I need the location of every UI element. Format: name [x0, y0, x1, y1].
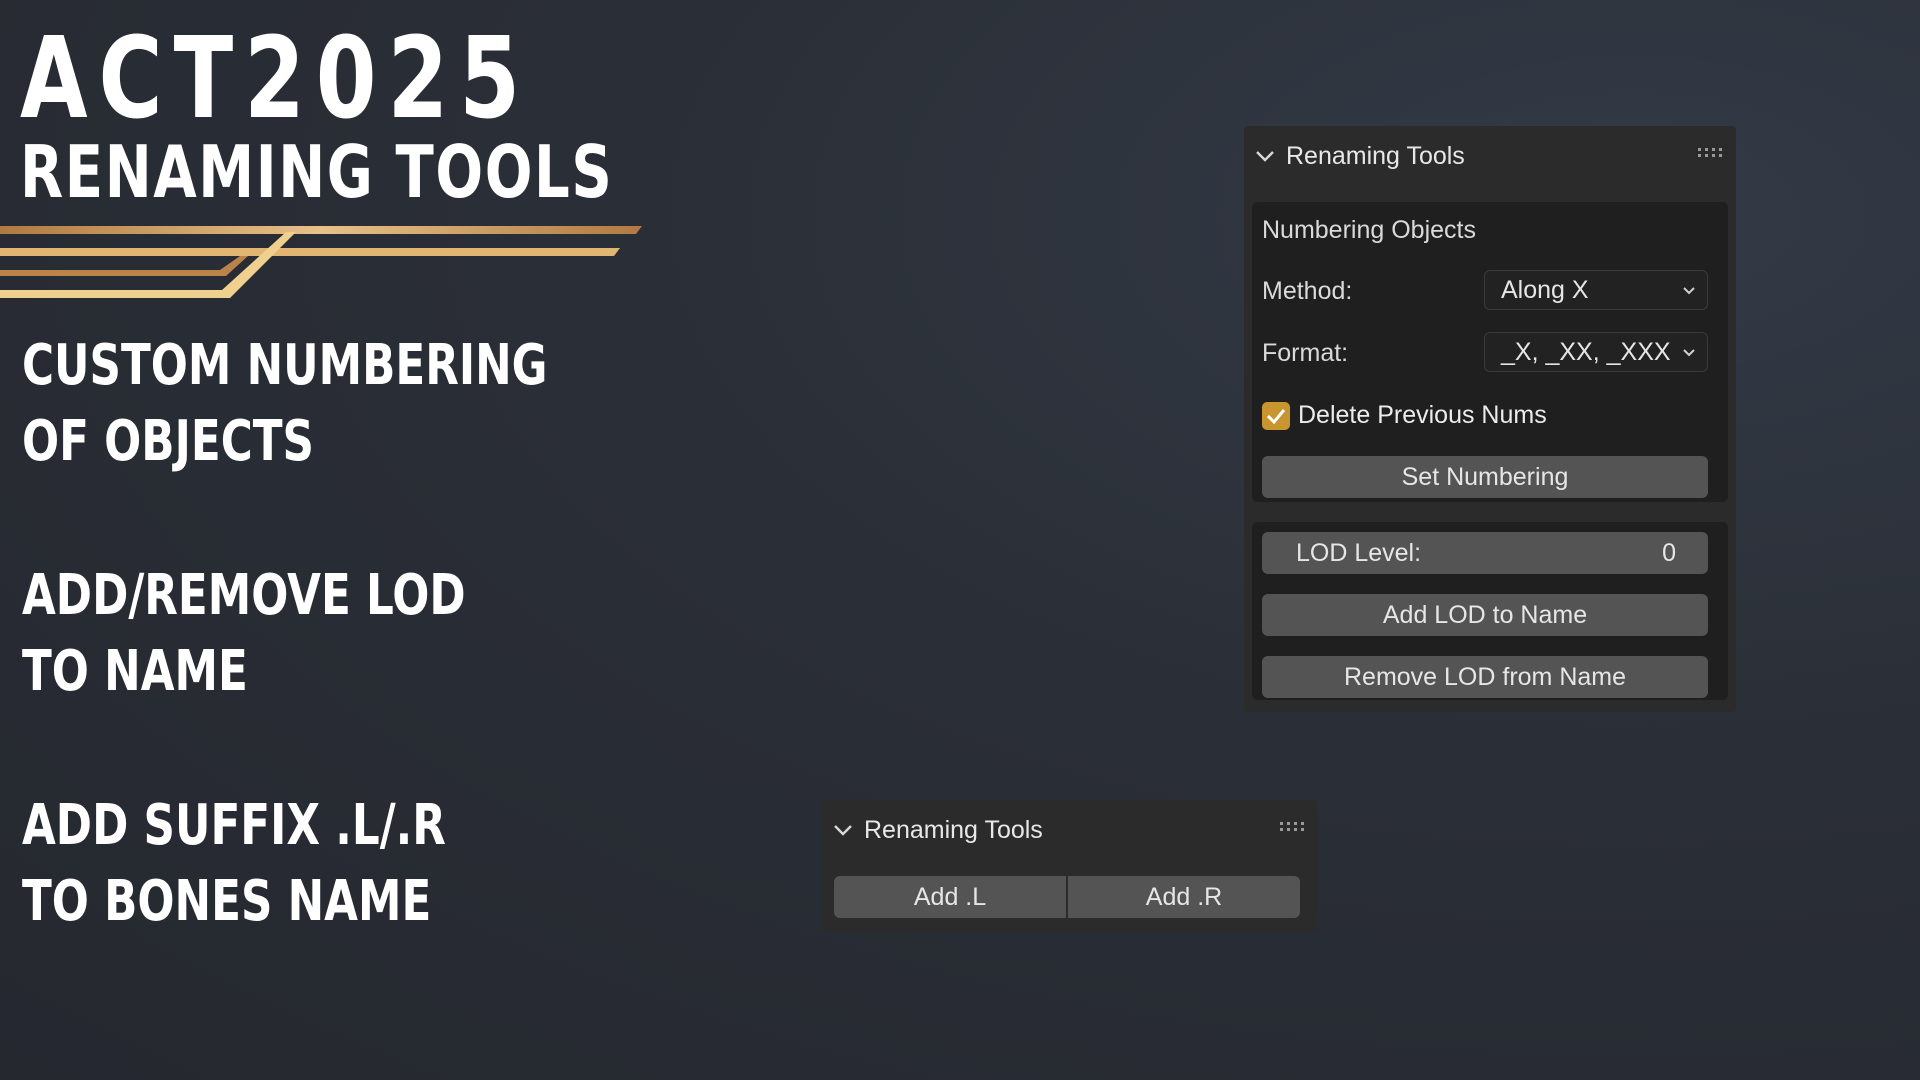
feature-numbering-line1: CUSTOM NUMBERING	[22, 333, 548, 398]
checkmark-icon	[1266, 409, 1286, 425]
promo-subtitle: RENAMING TOOLS	[20, 130, 614, 214]
decorative-stripes	[0, 226, 642, 298]
format-label: Format:	[1262, 339, 1349, 367]
lod-level-label: LOD Level:	[1296, 538, 1422, 567]
drag-grip-icon[interactable]	[1280, 822, 1304, 832]
chevron-down-icon[interactable]	[1254, 145, 1276, 167]
numbering-section: Numbering Objects Method: Along X Format…	[1252, 202, 1728, 502]
feature-lod-line1: ADD/REMOVE LOD	[22, 563, 466, 628]
add-r-label: Add .R	[1145, 882, 1223, 911]
drag-grip-icon[interactable]	[1698, 148, 1722, 158]
bones-panel-header[interactable]: Renaming Tools	[822, 800, 1318, 860]
method-label: Method:	[1262, 277, 1353, 305]
promo-title: ACT2025	[20, 14, 531, 144]
add-l-button[interactable]: Add .L	[834, 876, 1066, 918]
feature-lod: ADD/REMOVE LOD TO NAME	[22, 558, 466, 710]
lod-level-field[interactable]: LOD Level: 0	[1262, 532, 1708, 574]
delete-previous-nums-checkbox[interactable]	[1262, 402, 1290, 430]
bones-renaming-panel: Renaming Tools Add .L Add .R	[822, 800, 1318, 932]
add-lod-label: Add LOD to Name	[1382, 600, 1588, 629]
lod-section: LOD Level: 0 Add LOD to Name Remove LOD …	[1252, 522, 1728, 700]
section-title: Numbering Objects	[1262, 216, 1476, 244]
method-dropdown[interactable]: Along X	[1484, 270, 1708, 310]
add-lod-button[interactable]: Add LOD to Name	[1262, 594, 1708, 636]
format-dropdown[interactable]: _X, _XX, _XXX	[1484, 332, 1708, 372]
panel-header[interactable]: Renaming Tools	[1244, 126, 1736, 186]
add-l-label: Add .L	[913, 882, 987, 911]
add-r-button[interactable]: Add .R	[1068, 876, 1300, 918]
set-numbering-button[interactable]: Set Numbering	[1262, 456, 1708, 498]
set-numbering-label: Set Numbering	[1401, 462, 1569, 491]
lod-level-value: 0	[1662, 538, 1676, 567]
chevron-down-icon	[1683, 349, 1695, 357]
chevron-down-icon	[1683, 287, 1695, 295]
feature-numbering-line2: OF OBJECTS	[22, 409, 315, 474]
bones-panel-title: Renaming Tools	[864, 815, 1043, 844]
panel-title: Renaming Tools	[1286, 141, 1465, 170]
format-value: _X, _XX, _XXX	[1501, 337, 1671, 366]
feature-suffix-line2: TO BONES NAME	[22, 869, 432, 934]
feature-suffix: ADD SUFFIX .L/.R TO BONES NAME	[22, 788, 446, 940]
method-value: Along X	[1501, 275, 1589, 304]
remove-lod-label: Remove LOD from Name	[1343, 662, 1627, 691]
feature-numbering: CUSTOM NUMBERING OF OBJECTS	[22, 328, 548, 480]
remove-lod-button[interactable]: Remove LOD from Name	[1262, 656, 1708, 698]
feature-lod-line2: TO NAME	[22, 639, 248, 704]
renaming-tools-panel: Renaming Tools Numbering Objects Method:…	[1244, 126, 1736, 712]
chevron-down-icon[interactable]	[832, 819, 854, 841]
feature-suffix-line1: ADD SUFFIX .L/.R	[22, 793, 446, 858]
delete-previous-nums-label: Delete Previous Nums	[1298, 401, 1547, 429]
